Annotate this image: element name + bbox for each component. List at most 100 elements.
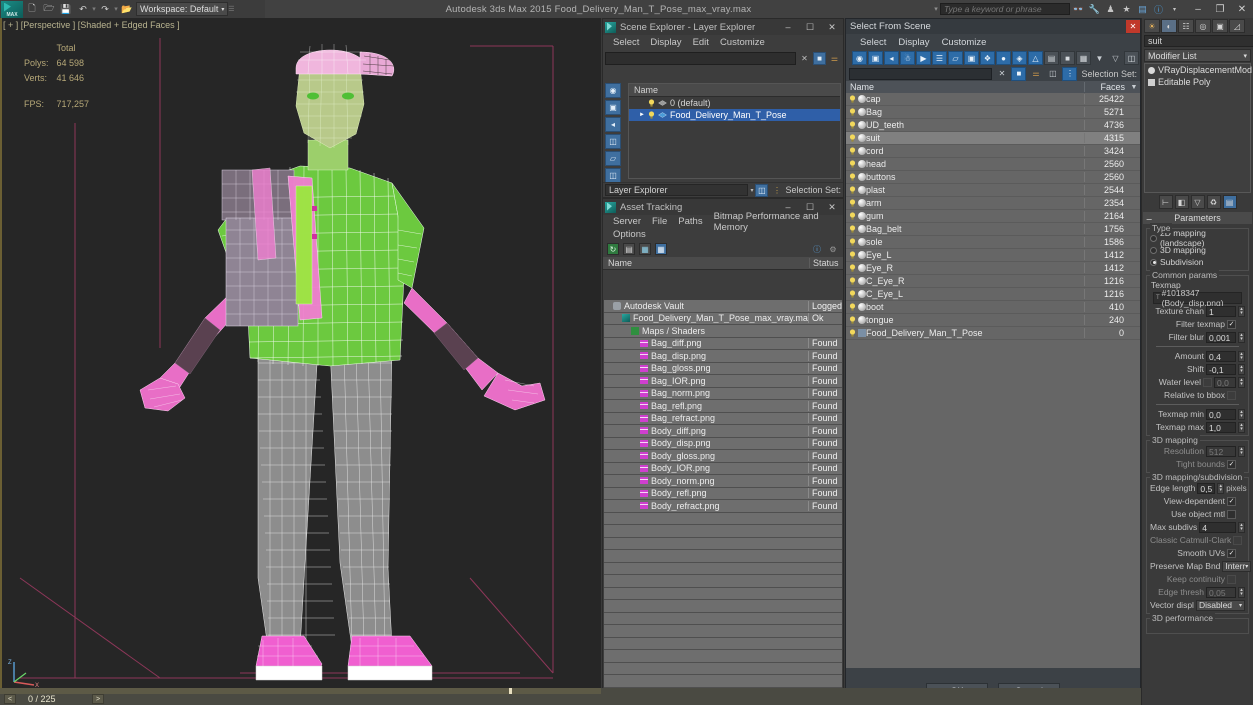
object-row[interactable]: gum2164 — [846, 210, 1140, 223]
scene-explorer-menubar[interactable]: Select Display Edit Customize — [603, 35, 843, 50]
use-object-mtl-row[interactable]: Use object mtl — [1150, 508, 1245, 520]
light-bulb-icon[interactable] — [849, 186, 856, 194]
relative-bbox-checkbox[interactable] — [1227, 391, 1236, 400]
layer-manager-icon[interactable]: ◫ — [755, 184, 768, 197]
filter-spacewarps-icon[interactable]: ▱ — [948, 51, 963, 65]
scene-explorer-tree[interactable]: Name 0 (default) ► Food_Delivery_Man_T_P… — [628, 83, 841, 179]
star-icon[interactable]: ★ — [1120, 3, 1133, 16]
light-bulb-icon[interactable] — [849, 212, 856, 220]
menu-select[interactable]: Select — [860, 37, 886, 48]
scene-explorer-maximize[interactable]: ☐ — [801, 20, 819, 34]
radio-2d-mapping[interactable]: 2D mapping (landscape) — [1150, 232, 1245, 244]
layer-row-selected[interactable]: ► Food_Delivery_Man_T_Pose — [629, 109, 840, 121]
view-dependent-checkbox[interactable]: ✓ — [1227, 497, 1236, 506]
object-row[interactable]: C_Eye_L1216 — [846, 288, 1140, 301]
asset-row[interactable]: Bag_norm.pngFound — [604, 388, 842, 401]
clear-search-icon[interactable]: ✕ — [798, 52, 811, 65]
make-unique-icon[interactable]: ▽ — [1191, 195, 1205, 209]
amount-value[interactable]: 0,4 — [1206, 351, 1236, 362]
detail-view-icon[interactable]: ▦ — [639, 243, 651, 255]
filter-toggle-icon[interactable]: ■ — [1011, 67, 1026, 81]
light-bulb-icon[interactable] — [849, 264, 856, 272]
filter-lights-icon[interactable]: ☃ — [900, 51, 915, 65]
asset-row-empty[interactable] — [604, 563, 842, 576]
display-geometry-icon[interactable]: ▣ — [605, 100, 621, 115]
asset-row-empty[interactable] — [604, 650, 842, 663]
command-panel[interactable]: ☀ ◐ ☷ ◎ ▣ ◿ Modifier List ▾ VRayDisplace… — [1141, 18, 1253, 705]
object-row[interactable]: plast2544 — [846, 184, 1140, 197]
light-bulb-icon[interactable] — [849, 147, 856, 155]
object-row[interactable]: Food_Delivery_Man_T_Pose0 — [846, 327, 1140, 340]
shift-value[interactable]: -0,1 — [1206, 364, 1236, 375]
filter-funnel-icon[interactable]: ▼ — [1092, 51, 1107, 65]
tab-display[interactable]: ▣ — [1212, 19, 1228, 33]
user-icon[interactable]: ♟ — [1104, 3, 1117, 16]
next-frame-button[interactable]: > — [92, 694, 104, 704]
asset-row-empty[interactable] — [604, 525, 842, 538]
filter-helpers-icon[interactable]: ☰ — [932, 51, 947, 65]
asset-row[interactable]: Bag_diff.pngFound — [604, 338, 842, 351]
tab-create[interactable]: ☀ — [1144, 19, 1160, 33]
asset-row[interactable]: Body_norm.pngFound — [604, 475, 842, 488]
select-from-scene-filter-row[interactable]: ✕ ■ ⚌ ◫ ⋮ Selection Set: — [846, 66, 1140, 81]
edge-length-value[interactable]: 0,5 — [1197, 483, 1215, 494]
asset-row-empty[interactable] — [604, 600, 842, 613]
spinner-icon[interactable]: ▴▾ — [1238, 422, 1245, 433]
filter-advanced-icon[interactable]: ▽ — [1108, 51, 1123, 65]
filter-containers-icon[interactable]: △ — [1028, 51, 1043, 65]
menu-customize[interactable]: Customize — [942, 37, 987, 48]
object-row[interactable]: head2560 — [846, 158, 1140, 171]
parameters-rollout[interactable]: ⚊ Parameters Type 2D mapping (landscape)… — [1143, 212, 1252, 634]
texmap-max-value[interactable]: 1,0 — [1206, 422, 1236, 433]
scene-explorer-titlebar[interactable]: Scene Explorer - Layer Explorer – ☐ ✕ — [603, 19, 843, 35]
vector-displ-row[interactable]: Vector displ Disabled ▾ — [1150, 599, 1245, 611]
display-helpers-icon[interactable]: ◫ — [605, 134, 621, 149]
expand-arrow-icon[interactable]: ► — [639, 112, 645, 118]
light-bulb-icon[interactable] — [1148, 67, 1155, 74]
asset-row-empty[interactable] — [604, 575, 842, 588]
asset-row[interactable]: Bag_IOR.pngFound — [604, 375, 842, 388]
asset-row[interactable]: Body_refl.pngFound — [604, 488, 842, 501]
scene-explorer-search-input[interactable] — [605, 52, 796, 65]
scene-explorer-side-toolbar[interactable]: ◉ ▣ ◂ ◫ ▱ ◫ — [605, 83, 627, 183]
object-row[interactable]: arm2354 — [846, 197, 1140, 210]
tab-motion[interactable]: ◎ — [1195, 19, 1211, 33]
object-row[interactable]: Bag_belt1756 — [846, 223, 1140, 236]
menu-options[interactable]: Options — [613, 229, 646, 240]
light-bulb-icon[interactable] — [849, 290, 856, 298]
asset-tracking-toolbar[interactable]: ↻ ▤ ▦ ▦ ⓘ ⚙ — [603, 241, 843, 257]
object-search-input[interactable] — [849, 68, 992, 80]
light-bulb-icon[interactable] — [849, 238, 856, 246]
asset-row[interactable]: Food_Delivery_Man_T_Pose_max_vray.maxOk — [604, 313, 842, 326]
light-bulb-icon[interactable] — [648, 99, 655, 107]
resolution-value[interactable]: 512 — [1206, 446, 1236, 457]
asset-row-empty[interactable] — [604, 663, 842, 676]
expand-all-icon[interactable]: ▤ — [1044, 51, 1059, 65]
asset-row-empty[interactable] — [604, 675, 842, 688]
modifier-list-dropdown[interactable]: Modifier List ▾ — [1144, 49, 1251, 62]
asset-tracking-list[interactable]: Autodesk VaultLoggedFood_Delivery_Man_T_… — [604, 300, 842, 692]
radio-icon[interactable] — [1150, 235, 1157, 242]
settings-icon[interactable]: ⚙ — [827, 243, 839, 255]
quick-search-expand-icon[interactable]: ▾ — [932, 5, 940, 13]
texmap-min-value[interactable]: 0,0 — [1206, 409, 1236, 420]
light-bulb-icon[interactable] — [849, 303, 856, 311]
asset-row-empty[interactable] — [604, 538, 842, 551]
object-row[interactable]: boot410 — [846, 301, 1140, 314]
radio-icon[interactable] — [1150, 259, 1157, 266]
object-row[interactable]: UD_teeth4736 — [846, 119, 1140, 132]
texmap-max-row[interactable]: Texmap max 1,0 ▴▾ — [1150, 421, 1245, 433]
command-panel-tabs[interactable]: ☀ ◐ ☷ ◎ ▣ ◿ — [1142, 18, 1253, 34]
asset-row-empty[interactable] — [604, 513, 842, 526]
prev-frame-button[interactable]: < — [4, 694, 16, 704]
redo-dropdown-icon[interactable]: ▾ — [114, 2, 118, 16]
max-subdivs-value[interactable]: 4 — [1199, 522, 1236, 533]
viewport-perspective[interactable]: [ + ] [Perspective ] [Shaded + Edged Fac… — [0, 18, 601, 688]
menu-paths[interactable]: Paths — [678, 216, 702, 227]
project-folder-icon[interactable]: 📂 — [119, 1, 135, 17]
tab-hierarchy[interactable]: ☷ — [1178, 19, 1194, 33]
modifier-stack-item-editable-poly[interactable]: Editable Poly — [1145, 76, 1250, 88]
amount-row[interactable]: Amount 0,4 ▴▾ — [1150, 350, 1245, 362]
asset-tracking-panel[interactable]: Asset Tracking – ☐ ✕ Server File Paths B… — [602, 198, 844, 705]
app-badge-icon[interactable]: ▤ — [1136, 3, 1149, 16]
